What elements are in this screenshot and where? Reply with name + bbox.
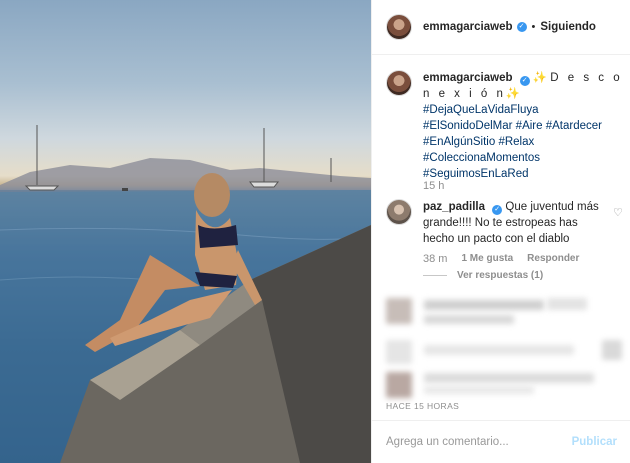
publish-button[interactable]: Publicar	[572, 436, 617, 448]
comment-meta: 38 m 1 Me gusta Responder	[423, 253, 579, 265]
author-username[interactable]: emmagarciaweb	[423, 21, 513, 33]
divider	[423, 275, 447, 276]
hashtag-line[interactable]: #ColeccionaMomentos	[423, 150, 626, 166]
post-timestamp[interactable]: HACE 15 HORAS	[386, 401, 459, 411]
caption-avatar[interactable]	[386, 70, 412, 96]
commenter-username[interactable]: paz_padilla	[423, 201, 485, 213]
hashtag-line[interactable]: #ElSonidoDelMar #Aire #Atardecer	[423, 118, 626, 134]
caption-username[interactable]: emmagarciaweb	[423, 72, 513, 84]
redacted-text	[424, 373, 594, 383]
header-separator: •	[531, 21, 536, 33]
comment-item: paz_padilla ✓ Que juventud más grande!!!…	[386, 199, 626, 247]
hashtag-line[interactable]: #SeguimosEnLaRed	[423, 166, 626, 182]
redacted-avatar	[386, 372, 412, 398]
redacted-avatar	[386, 340, 412, 364]
verified-badge-icon: ✓	[519, 76, 530, 86]
view-replies-button[interactable]: Ver respuestas (1)	[423, 270, 543, 281]
hashtag-line[interactable]: #EnAlgúnSitio #Relax	[423, 134, 626, 150]
comment-time[interactable]: 38 m	[423, 253, 447, 265]
post-header: emmagarciaweb ✓ • Siguiendo	[372, 0, 630, 55]
following-button[interactable]: Siguiendo	[540, 21, 596, 33]
post-details-panel: emmagarciaweb ✓ • Siguiendo emmagarciawe…	[371, 0, 630, 463]
redacted-text	[547, 298, 587, 310]
author-avatar[interactable]	[386, 14, 412, 40]
post-caption: emmagarciaweb ✓ ✨D e s c o n e x i ó n✨ …	[386, 70, 626, 182]
redacted-text	[424, 386, 534, 394]
commenter-avatar[interactable]	[386, 199, 412, 225]
photo-scene	[0, 125, 371, 463]
verified-badge-icon: ✓	[492, 205, 503, 215]
reply-button[interactable]: Responder	[527, 253, 579, 265]
redacted-text	[424, 345, 574, 355]
view-replies-label: Ver respuestas (1)	[457, 270, 544, 281]
comment-likes[interactable]: 1 Me gusta	[461, 253, 513, 265]
add-comment-bar: Publicar	[372, 420, 630, 463]
verified-badge-icon: ✓	[516, 22, 527, 32]
redacted-text	[424, 300, 544, 310]
caption-timestamp[interactable]: 15 h	[423, 180, 444, 192]
redacted-text	[424, 315, 514, 324]
redacted-text	[602, 340, 622, 360]
comment-input[interactable]	[386, 436, 566, 448]
heart-icon[interactable]: ♡	[613, 206, 623, 219]
post-photo[interactable]	[0, 0, 371, 463]
redacted-avatar	[386, 298, 412, 324]
hashtag-line[interactable]: #DejaQueLaVidaFluya	[423, 102, 626, 118]
